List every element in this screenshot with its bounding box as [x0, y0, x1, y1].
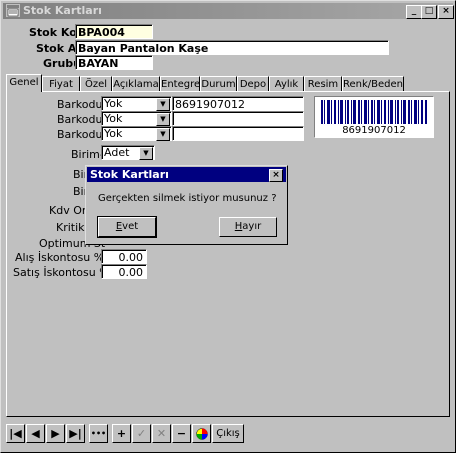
dialog-close-button[interactable]: ×	[269, 169, 283, 182]
delete-button[interactable]: −	[172, 424, 191, 443]
barkodu-2-type-select[interactable]: Yok ▼	[101, 111, 172, 126]
tab-resim[interactable]: Resim	[304, 76, 342, 91]
yes-button-label: vet	[122, 221, 139, 232]
first-record-button[interactable]: |◀	[6, 424, 25, 443]
yes-button[interactable]: Evet	[97, 216, 157, 238]
alis-iskonto-input[interactable]: 0.00	[101, 249, 147, 264]
chevron-down-icon[interactable]: ▼	[139, 147, 153, 160]
grubu-input[interactable]: BAYAN	[75, 55, 153, 70]
confirm-button[interactable]: ✓	[132, 424, 151, 443]
close-button[interactable]: ×	[438, 5, 454, 19]
barkodu-3-type-value: Yok	[104, 127, 123, 140]
barkodu-3-type-select[interactable]: Yok ▼	[101, 126, 172, 141]
app-icon	[6, 4, 20, 17]
tab-fiyat[interactable]: Fiyat	[42, 76, 80, 91]
barkodu-2-type-value: Yok	[104, 112, 123, 125]
tab-renk-beden[interactable]: Renk/Beden	[342, 76, 404, 91]
no-button-label: ayır	[242, 221, 262, 232]
dialog-title-bar[interactable]: Stok Kartları ×	[87, 167, 286, 182]
cancel-button[interactable]: ✕	[152, 424, 171, 443]
barcode-bars	[321, 100, 427, 124]
tab-aciklama[interactable]: Açıklama	[112, 76, 160, 91]
color-palette-button[interactable]	[192, 424, 211, 443]
barkodu-3-input[interactable]	[172, 126, 304, 141]
more-button[interactable]: •••	[89, 424, 108, 443]
stok-adi-input[interactable]: Bayan Pantalon Kaşe	[75, 40, 389, 55]
chevron-down-icon[interactable]: ▼	[156, 128, 170, 141]
tab-genel[interactable]: Genel	[6, 74, 42, 92]
prev-record-button[interactable]: ◀	[26, 424, 45, 443]
no-button[interactable]: Hayır	[219, 217, 277, 237]
barkodu-1-type-select[interactable]: Yok ▼	[101, 96, 172, 111]
exit-button-label: Çıkış	[216, 428, 240, 439]
barcode-number: 8691907012	[342, 125, 406, 136]
tab-aylik[interactable]: Aylık	[269, 76, 304, 91]
barkodu-1-input[interactable]: 8691907012	[172, 96, 304, 111]
tab-entegre[interactable]: Entegre	[160, 76, 200, 91]
title-bar[interactable]: Stok Kartları _ □ ×	[3, 3, 454, 19]
maximize-button[interactable]: □	[421, 5, 437, 19]
exit-button[interactable]: Çıkış	[212, 424, 244, 443]
barkodu-2-input[interactable]	[172, 111, 304, 126]
dialog-message: Gerçekten silmek istiyor musunuz ?	[98, 193, 277, 204]
satis-iskonto-label: Satış İskontosu %	[13, 266, 110, 279]
color-wheel-icon	[195, 428, 208, 440]
birim-1-select[interactable]: Adet ▼	[101, 145, 155, 160]
tab-ozel[interactable]: Özel	[80, 76, 112, 91]
tab-depo[interactable]: Depo	[237, 76, 269, 91]
barcode-image: 8691907012	[314, 96, 434, 138]
add-button[interactable]: +	[112, 424, 131, 443]
confirm-delete-dialog: Stok Kartları × Gerçekten silmek istiyor…	[85, 165, 288, 245]
window-title: Stok Kartları	[23, 4, 102, 17]
satis-iskonto-input[interactable]: 0.00	[101, 264, 147, 279]
alis-iskonto-label: Alış İskontosu %	[15, 251, 105, 264]
minimize-button[interactable]: _	[406, 5, 422, 19]
birim-1-value: Adet	[104, 146, 130, 159]
chevron-down-icon[interactable]: ▼	[156, 113, 170, 126]
barkodu-1-type-value: Yok	[104, 97, 123, 110]
tab-durum[interactable]: Durum	[200, 76, 237, 91]
last-record-button[interactable]: ▶|	[66, 424, 85, 443]
dialog-title: Stok Kartları	[90, 168, 169, 181]
stok-kodu-input[interactable]: BPA004	[75, 24, 153, 39]
next-record-button[interactable]: ▶	[46, 424, 65, 443]
stok-kartlari-window: Stok Kartları _ □ × Stok Kodu BPA004 Sto…	[0, 0, 456, 453]
chevron-down-icon[interactable]: ▼	[156, 98, 170, 111]
